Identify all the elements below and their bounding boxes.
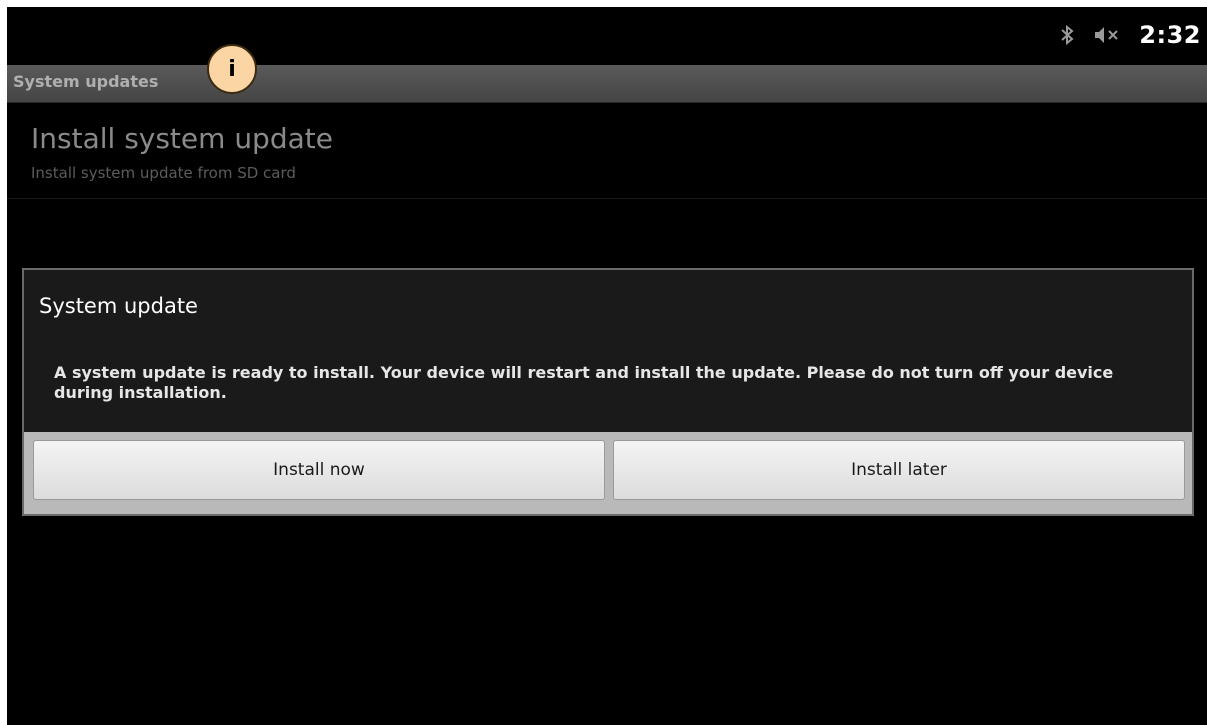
window-title: System updates (13, 72, 159, 91)
clock: 2:32 (1139, 21, 1201, 49)
info-badge: i (207, 44, 257, 94)
dialog-button-bar: Install now Install later (24, 432, 1192, 514)
bluetooth-icon (1061, 24, 1074, 46)
system-update-dialog: System update A system update is ready t… (22, 268, 1194, 516)
screen: 2:32 System updates i Install system upd… (0, 0, 1207, 725)
install-later-button[interactable]: Install later (613, 440, 1185, 500)
pref-summary: Install system update from SD card (31, 164, 296, 182)
pref-title: Install system update (31, 122, 333, 155)
frame-edge-left (0, 0, 7, 725)
install-system-update-item[interactable]: Install system update Install system upd… (7, 102, 1207, 199)
title-bar: System updates (7, 65, 1207, 103)
dialog-title: System update (39, 294, 198, 318)
status-icons: 2:32 (1059, 21, 1201, 49)
install-now-button[interactable]: Install now (33, 440, 605, 500)
dialog-message: A system update is ready to install. You… (54, 363, 1114, 402)
frame-edge-top (0, 0, 1207, 7)
volume-muted-icon (1095, 27, 1119, 43)
status-bar: 2:32 (7, 7, 1207, 65)
